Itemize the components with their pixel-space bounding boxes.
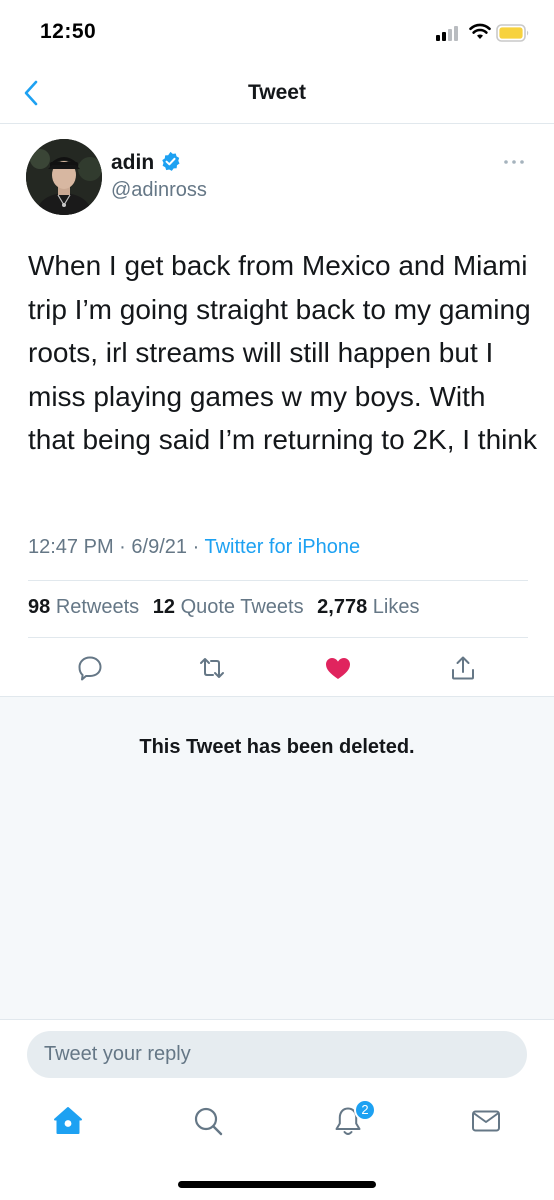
retweets-count: 98 (28, 596, 51, 618)
tweet-stats: 98 Retweets 12 Quote Tweets 2,778 Likes (28, 596, 420, 619)
meta-separator: · (192, 536, 200, 558)
avatar-photo (26, 139, 102, 215)
status-bar: 12:50 (0, 0, 554, 62)
avatar[interactable] (26, 139, 102, 215)
messages-envelope-icon[interactable] (469, 1104, 503, 1138)
tweet-time: 12:47 PM (28, 536, 114, 558)
like-heart-icon[interactable] (324, 654, 352, 682)
quote-tweets-stat[interactable]: 12 Quote Tweets (153, 596, 304, 618)
share-icon[interactable] (449, 654, 477, 682)
likes-stat[interactable]: 2,778 Likes (317, 596, 419, 618)
home-indicator (178, 1181, 376, 1188)
home-icon[interactable] (51, 1104, 85, 1138)
reply-icon[interactable] (76, 654, 104, 682)
verified-badge-icon (162, 151, 180, 171)
cellular-signal-icon (436, 25, 462, 41)
quotes-count: 12 (152, 596, 175, 618)
retweets-stat[interactable]: 98 Retweets (28, 596, 139, 618)
deleted-tweet-notice: This Tweet has been deleted. (139, 736, 415, 758)
tweet-timestamp: 12:47 PM · 6/9/21 · Twitter for iPhone (28, 536, 360, 559)
likes-count: 2,778 (317, 596, 368, 618)
retweet-icon[interactable] (198, 654, 226, 682)
quotes-label: Quote Tweets (180, 596, 304, 618)
page-title: Tweet (248, 81, 306, 104)
tweet-date: 6/9/21 (131, 536, 188, 558)
more-options-icon[interactable] (503, 153, 525, 171)
likes-label: Likes (372, 596, 420, 618)
battery-low-power-icon (496, 24, 529, 42)
author-handle[interactable]: @adinross (111, 179, 207, 202)
reply-input[interactable] (27, 1031, 527, 1078)
deleted-tweet-area: This Tweet has been deleted. (0, 696, 554, 1020)
status-time: 12:50 (40, 20, 97, 43)
tweet-text: When I get back from Mexico and Miami tr… (28, 250, 537, 455)
notifications-badge: 2 (354, 1099, 376, 1121)
author-name[interactable]: adin (111, 151, 154, 175)
retweets-label: Retweets (55, 596, 140, 618)
wifi-icon (469, 23, 491, 39)
tweet-source-link[interactable]: Twitter for iPhone (204, 536, 360, 558)
meta-separator: · (119, 536, 126, 558)
nav-header: Tweet (0, 62, 554, 124)
tweet-actions (0, 640, 554, 696)
divider (28, 580, 528, 581)
tab-bar (0, 1090, 554, 1160)
search-icon[interactable] (191, 1104, 225, 1138)
divider (28, 637, 528, 638)
